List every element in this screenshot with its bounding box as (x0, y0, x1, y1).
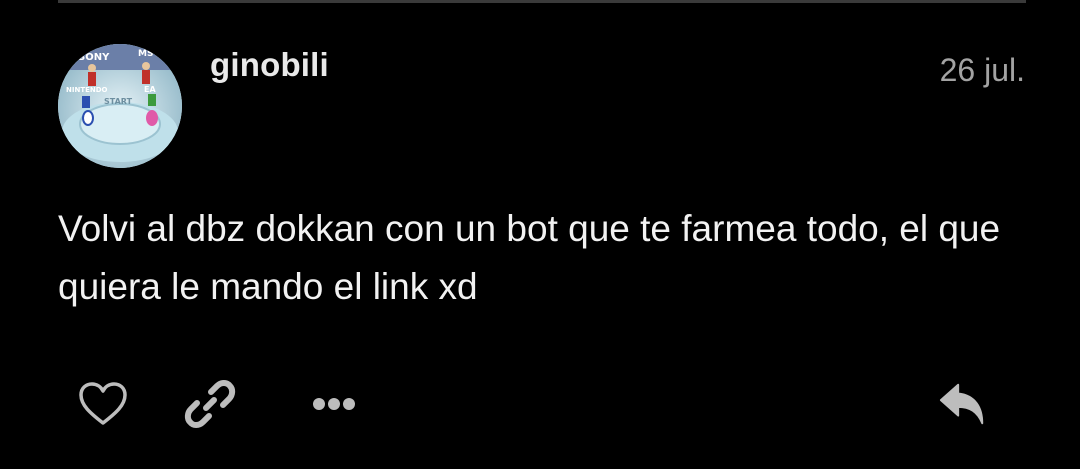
top-divider (58, 0, 1026, 3)
link-icon (184, 380, 236, 428)
post-date[interactable]: 26 jul. (940, 52, 1025, 89)
avatar-image: SONY MS NINTENDO EA START (58, 44, 182, 168)
like-button[interactable] (77, 378, 129, 430)
avatar-label-start: START (104, 97, 133, 106)
post-card: SONY MS NINTENDO EA START ginobili 26 ju… (0, 0, 1080, 469)
avatar[interactable]: SONY MS NINTENDO EA START (58, 44, 182, 168)
avatar-label-ea: EA (144, 85, 156, 94)
more-icon (313, 398, 355, 410)
avatar-label-nintendo: NINTENDO (66, 86, 108, 94)
post-author[interactable]: ginobili (210, 46, 329, 84)
copy-link-button[interactable] (184, 378, 236, 430)
reply-button[interactable] (937, 378, 989, 430)
reply-icon (939, 383, 984, 425)
more-options-button[interactable] (308, 378, 360, 430)
heart-icon (79, 382, 127, 425)
post-body: Volvi al dbz dokkan con un bot que te fa… (58, 208, 1001, 307)
avatar-label-sony: SONY (78, 52, 110, 63)
avatar-label-ms: MS (138, 49, 153, 59)
